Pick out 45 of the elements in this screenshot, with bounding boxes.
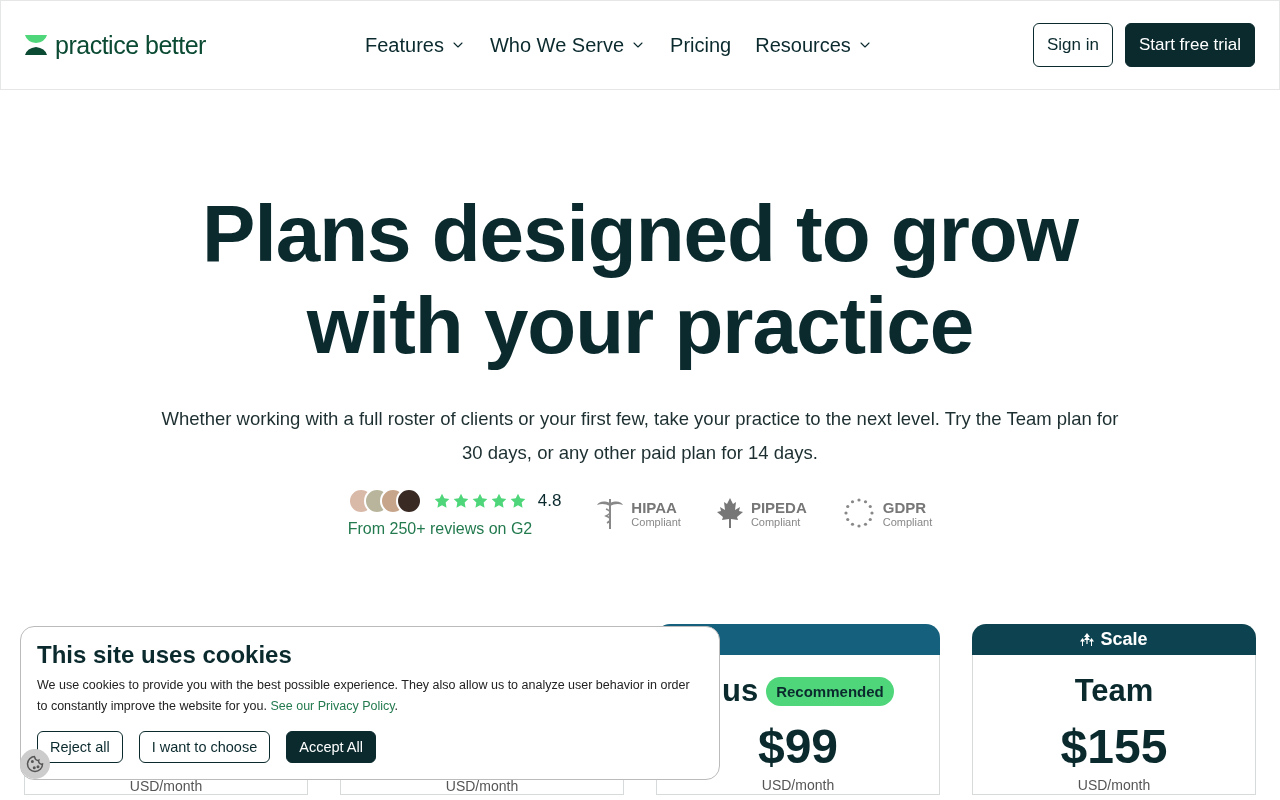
compliance-name: HIPAA [631, 498, 678, 516]
rating-score: 4.8 [537, 491, 562, 511]
compliance-label: Compliant [750, 515, 802, 528]
sign-in-button[interactable]: Sign in [1032, 23, 1113, 67]
trees-icon [1080, 632, 1095, 647]
price-period: USD/month [445, 778, 519, 794]
nav-link[interactable]: Who We Serve [489, 33, 647, 57]
plan-title: us [722, 673, 759, 709]
star-icon [452, 493, 469, 509]
caduceus-icon [597, 497, 624, 529]
nav-link[interactable]: Features [365, 33, 466, 57]
cookie-title: This site uses cookies [37, 641, 293, 669]
plan-price: $155 [1060, 721, 1168, 773]
star-icon [509, 493, 526, 509]
cookie-text: We use cookies to provide you with the best possible experience. They also allow us to analyze user behavior in order to constantly improve the website for you. See our Privacy Policy. [37, 677, 691, 715]
avatar [395, 488, 422, 514]
star-icon [471, 493, 488, 509]
plan-title: Team [1074, 673, 1154, 709]
cookie-button[interactable]: I want to choose [138, 731, 271, 763]
cookie-button[interactable]: Accept All [286, 731, 376, 763]
nav-link[interactable]: Pricing [670, 33, 732, 57]
plan-tier-label: Scale [1100, 629, 1148, 650]
price-period: USD/month [1077, 777, 1151, 793]
logo-text[interactable]: practice better [55, 30, 206, 60]
star-icon [433, 493, 450, 509]
price-period: USD/month [129, 778, 203, 794]
cookie-icon [26, 755, 44, 773]
compliance-name: GDPR [882, 498, 928, 516]
compliance-label: Compliant [631, 515, 681, 528]
star-ring-icon [842, 497, 875, 529]
star-icon [490, 493, 507, 509]
price-period: USD/month [761, 777, 835, 793]
nav-link[interactable]: Resources [755, 33, 873, 57]
plan-price: $99 [757, 721, 839, 773]
compliance-label: Compliant [882, 515, 933, 528]
compliance-name: PIPEDA [750, 498, 807, 516]
maple-leaf-icon [716, 498, 743, 528]
privacy-policy-link[interactable]: See our Privacy Policy [270, 699, 395, 713]
cookie-button[interactable]: Reject all [37, 731, 123, 763]
hero-subtitle: Whether working with a full roster of clients or your first few, take your practice to the next level. Try the Team plan for 30 days, or any other paid plan for 14 days. [160, 407, 1120, 465]
page-heading: Plans designed to grow with your practice [202, 188, 1078, 372]
start-trial-button[interactable]: Start free trial [1124, 23, 1255, 67]
recommended-badge: Recommended [766, 676, 894, 706]
reviews-link[interactable]: From 250+ reviews on G2 [347, 520, 562, 538]
logo-icon [25, 35, 47, 55]
